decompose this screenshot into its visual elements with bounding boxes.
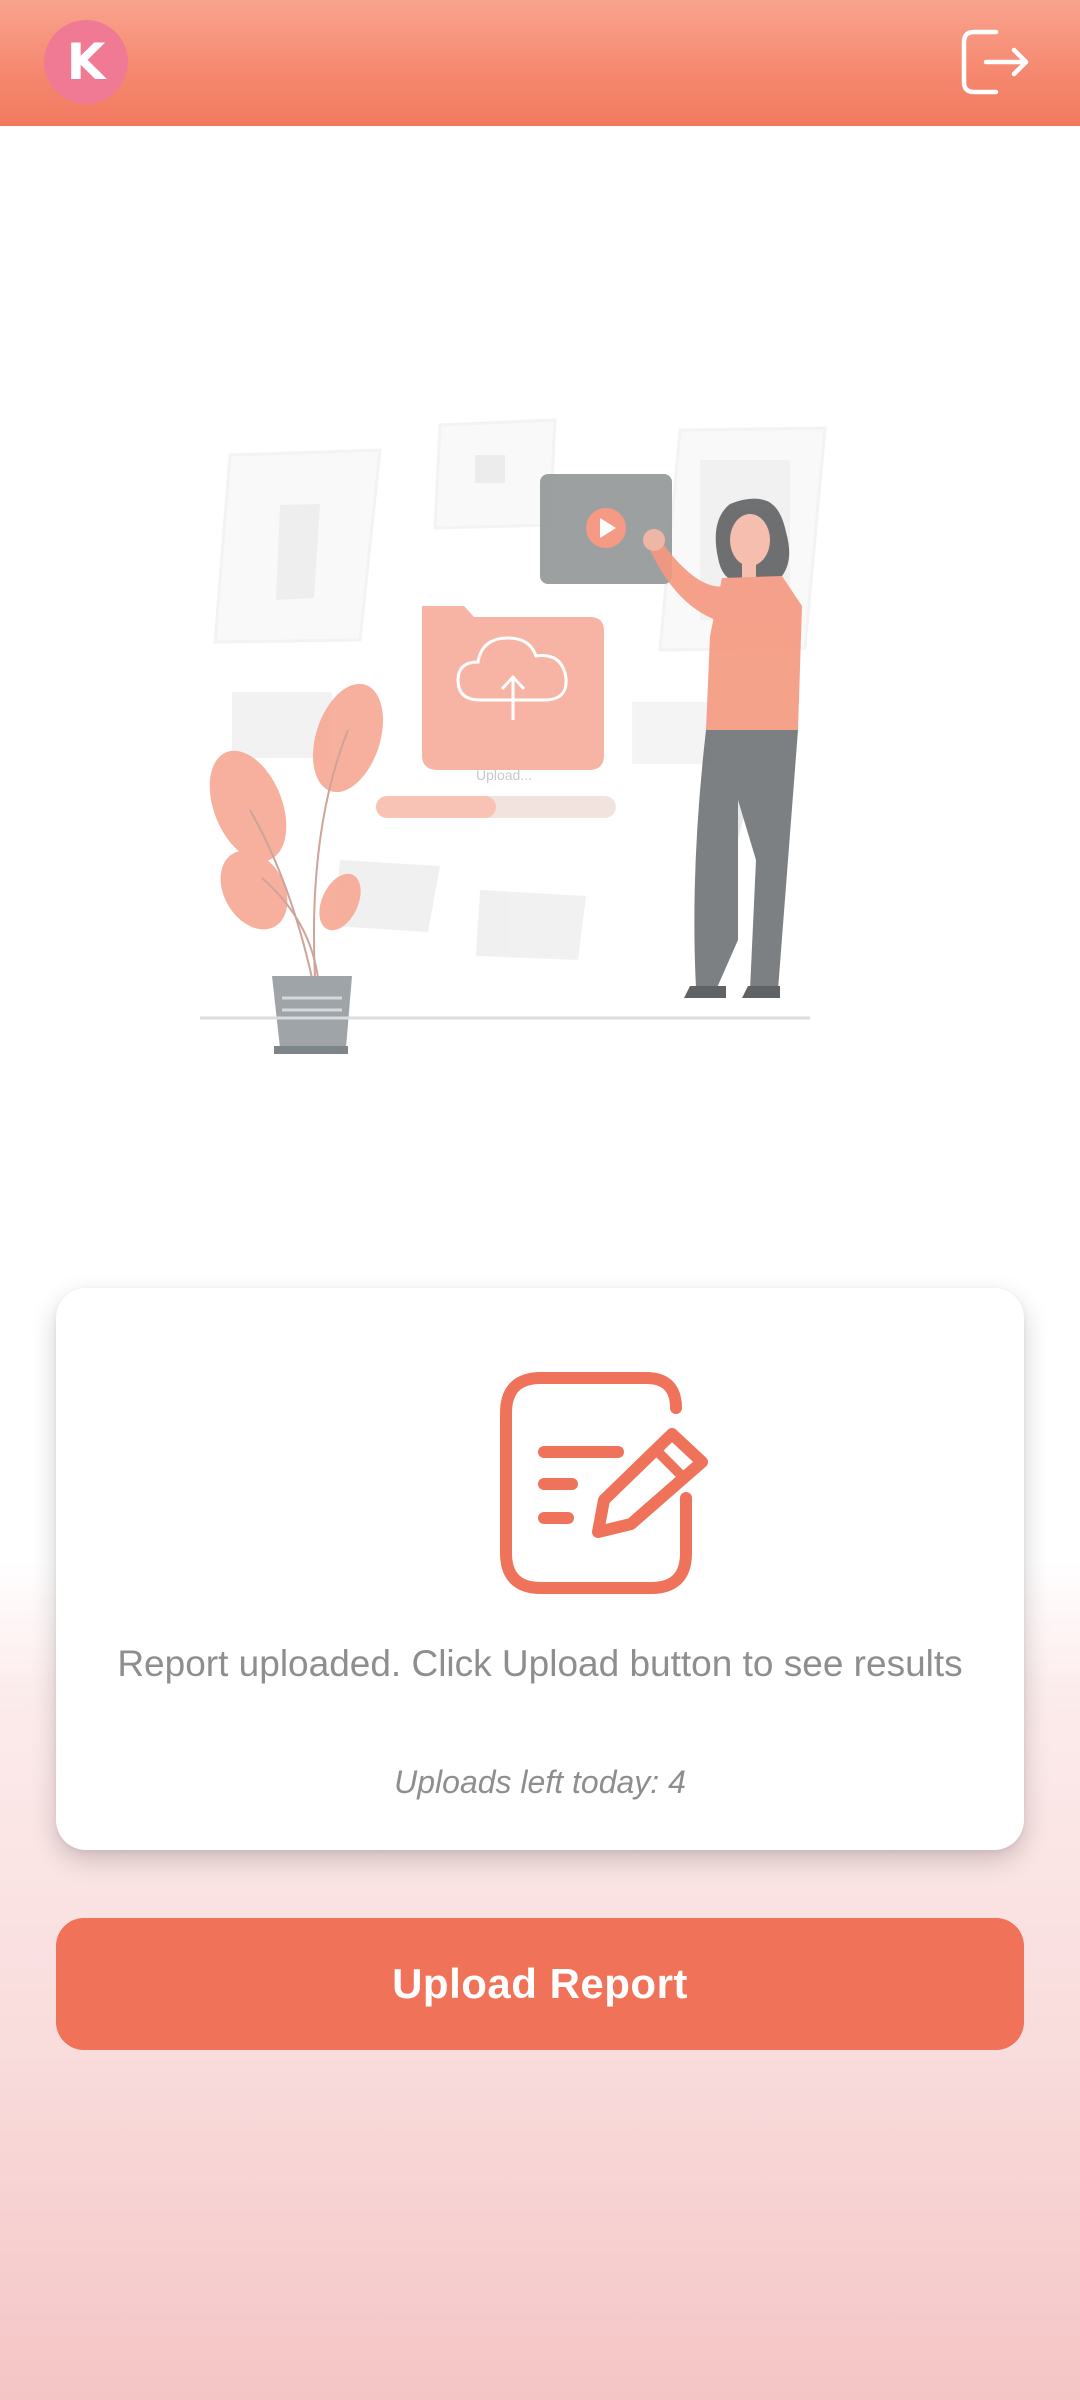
upload-report-button[interactable]: Upload Report — [56, 1918, 1024, 2050]
illustration-upload-text: Upload... — [476, 767, 532, 783]
upload-report-label: Upload Report — [392, 1960, 688, 2007]
logout-icon — [961, 29, 1029, 95]
avatar-initial: K — [66, 33, 106, 91]
uploads-left-text: Uploads left today: 4 — [394, 1764, 686, 1800]
avatar[interactable]: K — [44, 20, 128, 104]
app-bar: K — [0, 0, 1080, 126]
note-edit-icon — [500, 1372, 708, 1594]
logout-button[interactable] — [956, 24, 1032, 100]
upload-illustration: Upload... — [190, 400, 850, 1080]
status-message: Report uploaded. Click Upload button to … — [117, 1643, 963, 1684]
